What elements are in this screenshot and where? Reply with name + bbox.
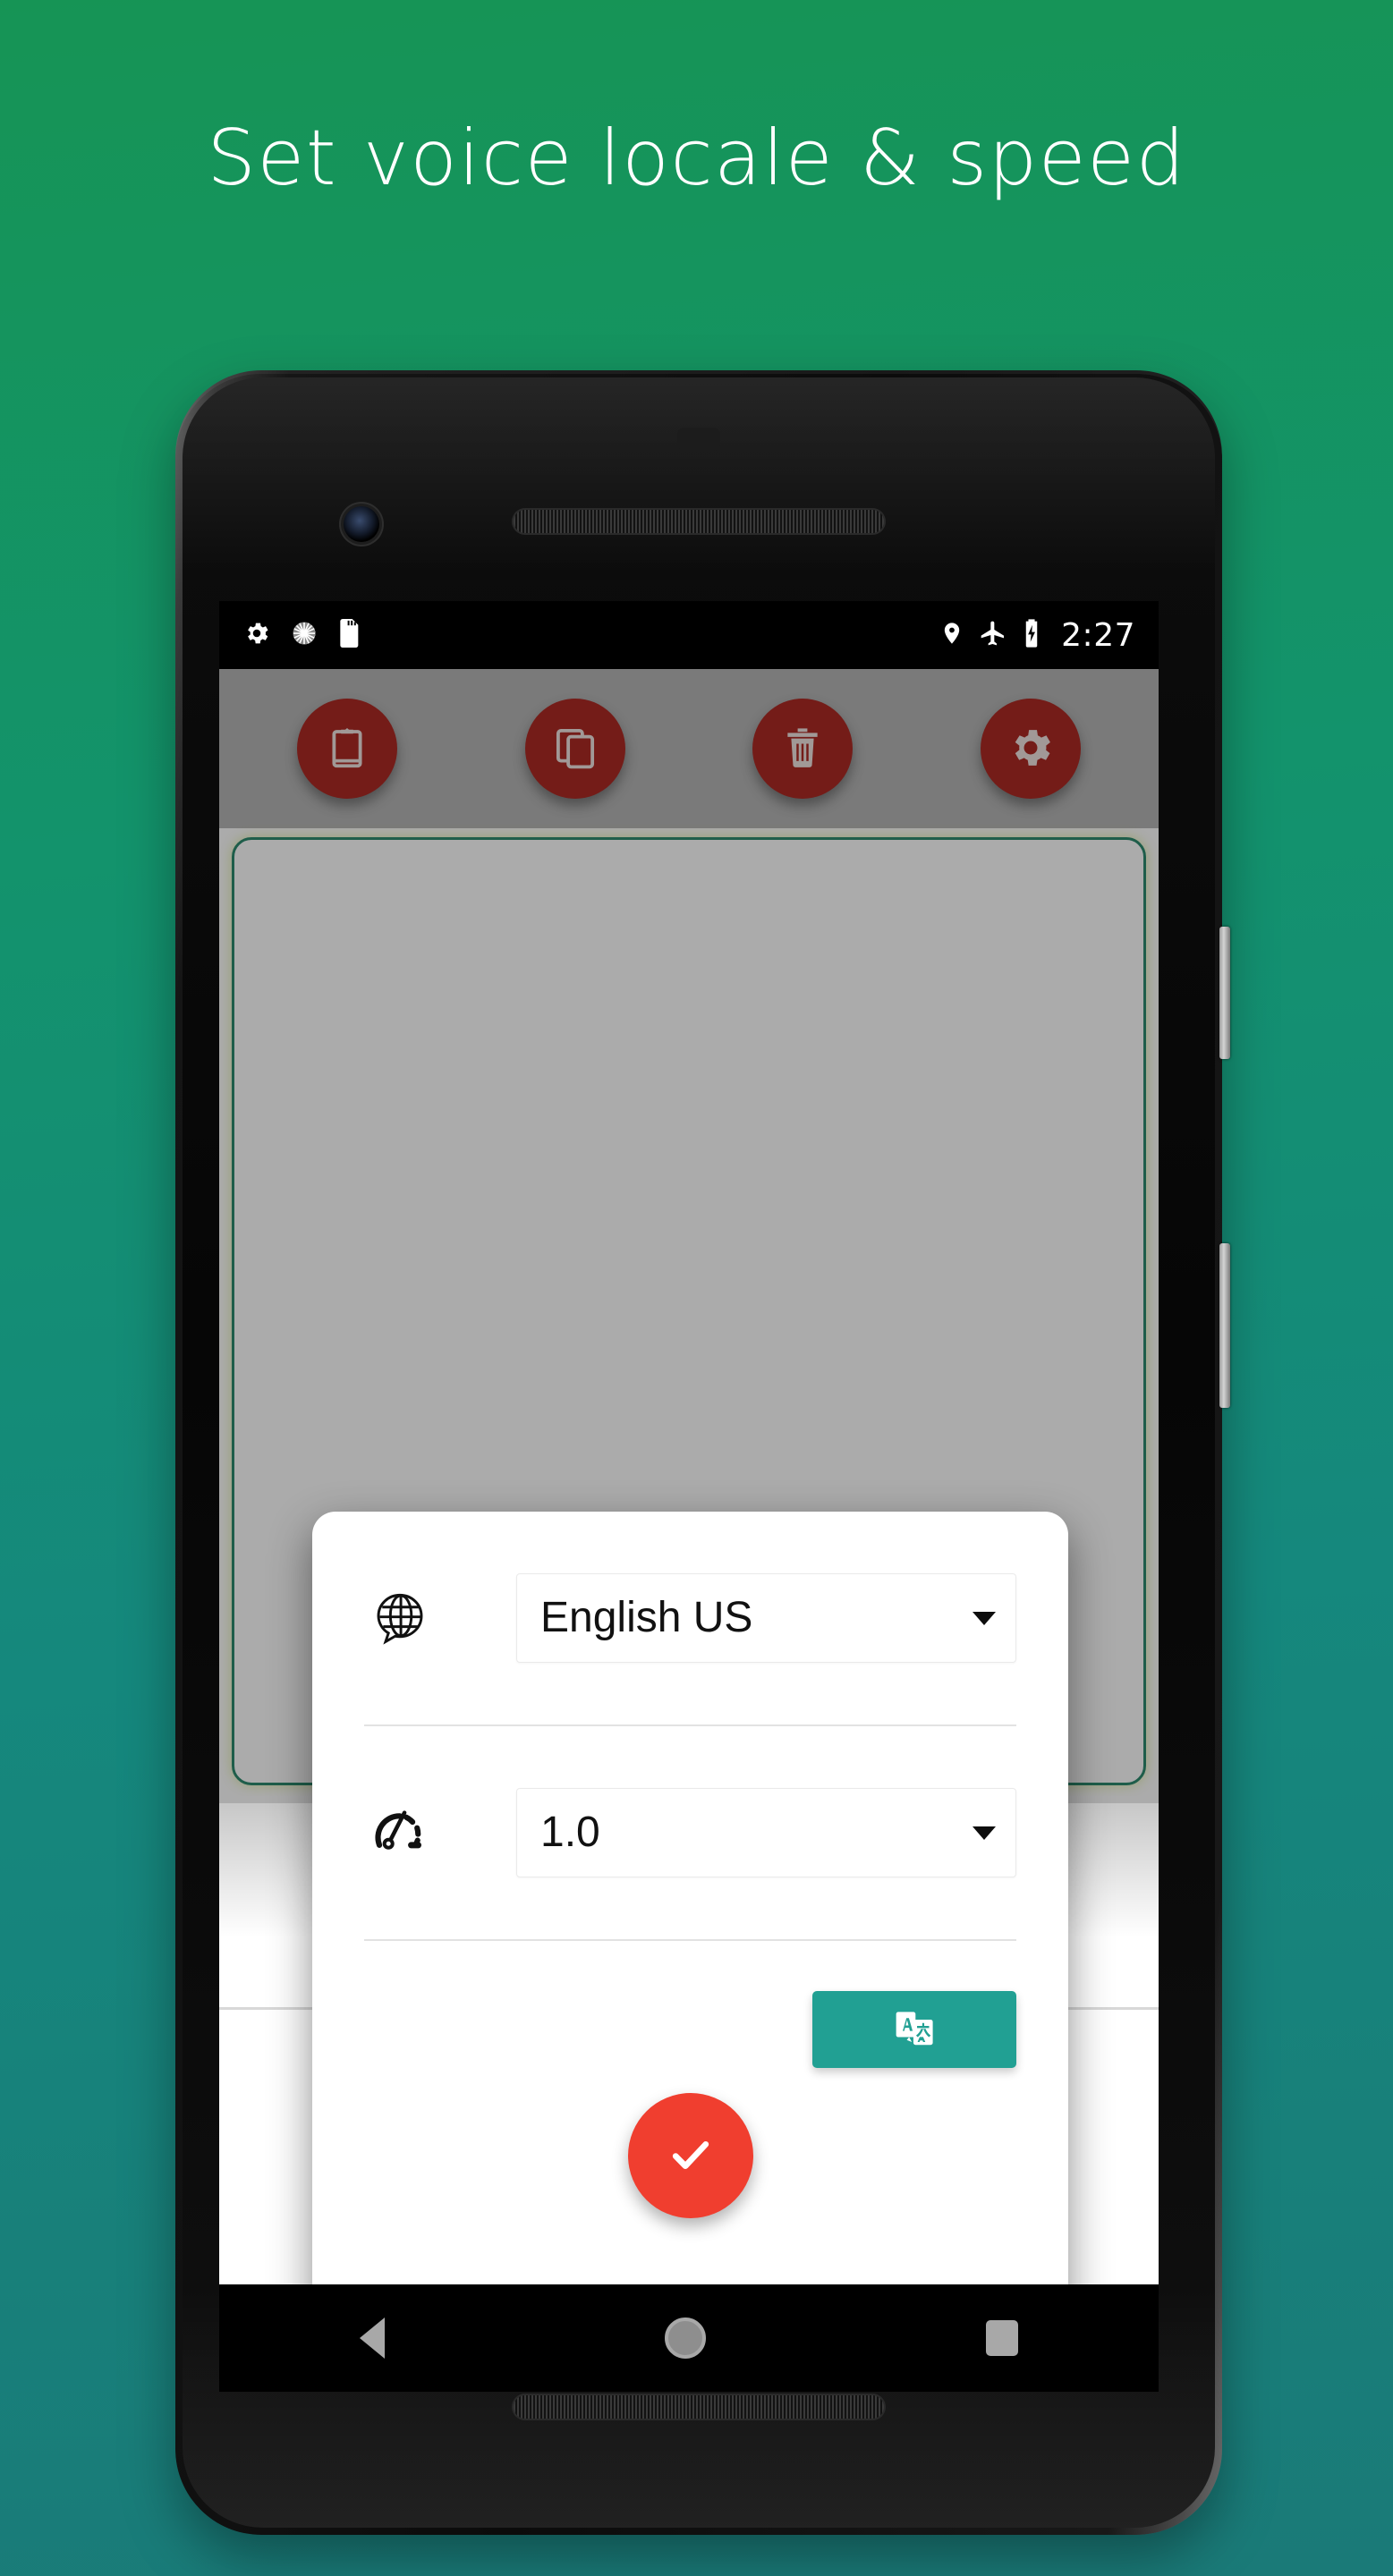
- speed-row: 1.0: [364, 1726, 1016, 1939]
- clipboard-paste-icon: [323, 724, 371, 775]
- language-globe-icon: [364, 1589, 516, 1647]
- gear-icon: [242, 619, 271, 652]
- delete-button[interactable]: [752, 699, 854, 799]
- status-bar: 2:27: [219, 601, 1159, 669]
- voice-settings-dialog: English US 1.0: [312, 1512, 1068, 2284]
- proximity-sensor: [677, 428, 720, 451]
- app-toolbar: [219, 669, 1159, 828]
- earpiece-speaker: [514, 510, 884, 533]
- bottom-speaker: [514, 2395, 884, 2419]
- battery-charging-icon: [1022, 618, 1041, 653]
- speedometer-icon: [364, 1804, 516, 1861]
- check-icon: [663, 2127, 718, 2185]
- translate-button[interactable]: [812, 1991, 1016, 2068]
- trash-icon: [778, 724, 827, 775]
- speed-select[interactable]: 1.0: [516, 1788, 1016, 1877]
- translate-icon: [891, 2005, 938, 2055]
- confirm-button[interactable]: [627, 2093, 753, 2218]
- status-bar-right: 2:27: [939, 617, 1135, 654]
- locale-select-value: English US: [540, 1594, 753, 1641]
- locale-row: English US: [364, 1512, 1016, 1724]
- volume-button[interactable]: [1219, 1243, 1230, 1408]
- home-circle-icon[interactable]: [664, 2318, 706, 2359]
- airplane-mode-icon: [979, 619, 1007, 652]
- phone-screen: 2:27 English US 1.0: [219, 601, 1159, 2284]
- status-bar-left: [242, 618, 362, 652]
- status-bar-clock: 2:27: [1061, 616, 1135, 654]
- promo-screenshot: Set voice locale & speed 2:27 English US…: [0, 0, 1393, 2576]
- page-title: Set voice locale & speed: [207, 114, 1186, 203]
- back-triangle-icon[interactable]: [359, 2318, 385, 2359]
- dialog-confirm-row: [364, 2093, 1016, 2218]
- sd-card-icon: [337, 618, 362, 652]
- chevron-down-icon: [973, 1611, 996, 1625]
- dialog-actions: [364, 1941, 1016, 2093]
- paste-button[interactable]: [297, 699, 398, 799]
- sync-circle-icon: [291, 620, 318, 651]
- power-button[interactable]: [1219, 927, 1230, 1059]
- android-nav-bar: [219, 2284, 1159, 2392]
- front-camera-icon: [344, 506, 379, 542]
- chevron-down-icon: [973, 1826, 996, 1840]
- glass-highlight: [183, 377, 1215, 610]
- copy-button[interactable]: [524, 699, 625, 799]
- recents-square-icon[interactable]: [986, 2320, 1019, 2356]
- settings-button[interactable]: [980, 699, 1081, 799]
- gear-icon: [1006, 723, 1056, 775]
- location-pin-icon: [939, 619, 964, 652]
- speed-select-value: 1.0: [540, 1809, 600, 1856]
- copy-icon: [551, 724, 599, 775]
- locale-select[interactable]: English US: [516, 1573, 1016, 1663]
